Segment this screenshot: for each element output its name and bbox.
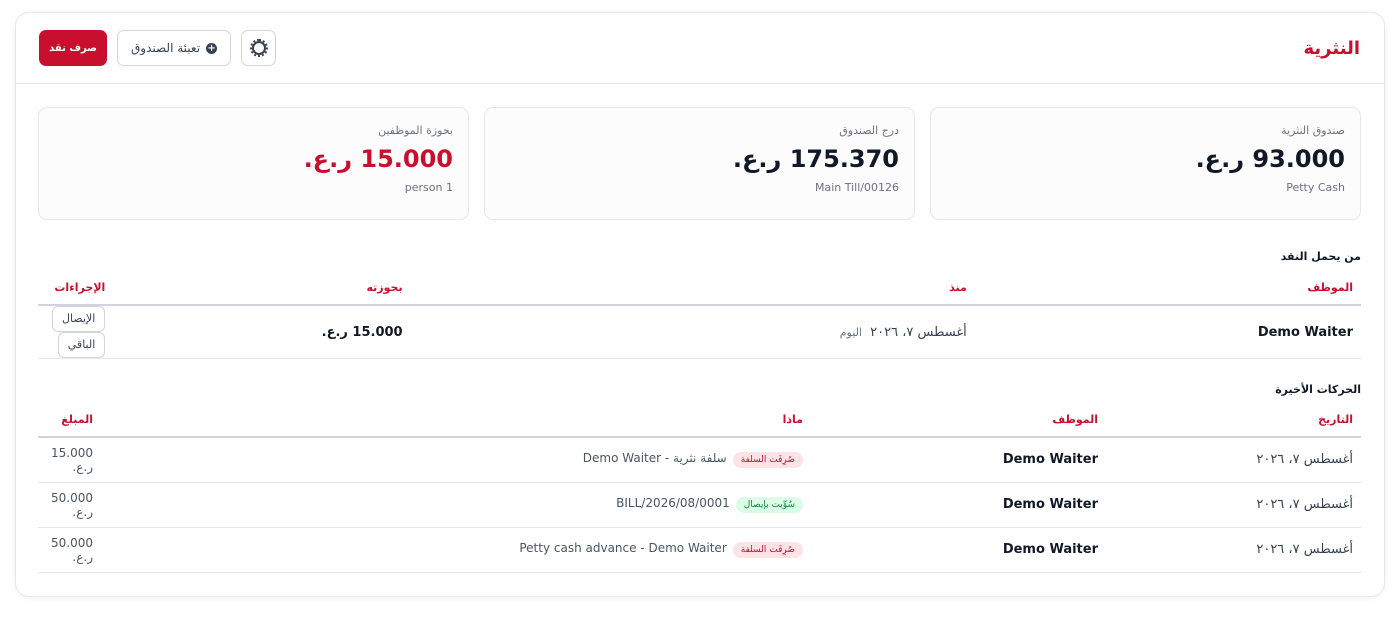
receipt-button[interactable]: الإيصال — [52, 306, 106, 332]
movement-description: Petty cash advance - Demo Waiter — [519, 541, 727, 555]
stat-card-employees: بحوزة الموظفين 15.000 ر.ع. 1 person — [38, 107, 469, 220]
movement-employee: Demo Waiter — [811, 527, 1106, 573]
movement-what: سُوِّيت بإيصال BILL/2026/08/0001 — [101, 482, 811, 528]
stat-sub: Petty Cash — [1286, 181, 1345, 194]
stats-row: صندوق النثرية 93.000 ر.ع. Petty Cash درج… — [38, 107, 1361, 220]
status-badge: صُرِفَت السلفة — [732, 542, 803, 558]
table-row: أغسطس ٧، ٢٠٢٦ Demo Waiter صُرِفَت السلفة… — [38, 527, 1361, 573]
stat-card-till: درج الصندوق 175.370 ر.ع. Main Till/00126 — [484, 107, 915, 220]
gear-icon — [249, 39, 268, 57]
table-row: أغسطس ٧، ٢٠٢٦ Demo Waiter سُوِّيت بإيصال… — [38, 482, 1361, 528]
petty-cash-card: النثرية + تعبئة الصندوق صرف نقد صندوق ال… — [15, 12, 1385, 597]
since-date: أغسطس ٧، ٢٠٢٦ — [870, 324, 967, 340]
column-header: الإجراءات — [38, 271, 114, 306]
header-actions: + تعبئة الصندوق صرف نقد — [39, 30, 277, 66]
column-header: الموظف — [811, 403, 1106, 438]
stat-card-petty-cash: صندوق النثرية 93.000 ر.ع. Petty Cash — [930, 107, 1361, 220]
column-header: منذ — [410, 271, 975, 306]
table-header-row: التاريخ الموظف ماذا المبلغ — [38, 403, 1361, 438]
page-header: النثرية + تعبئة الصندوق صرف نقد — [16, 13, 1384, 84]
movement-date: أغسطس ٧، ٢٠٢٦ — [1106, 482, 1361, 528]
refill-box-label: تعبئة الصندوق — [131, 41, 201, 55]
movement-employee: Demo Waiter — [811, 482, 1106, 528]
column-header: التاريخ — [1106, 403, 1361, 438]
actions-cell: الإيصالالباقي — [38, 305, 114, 359]
since-note: اليوم — [839, 325, 862, 339]
holders-table: الموظف منذ بحوزته الإجراءات Demo Waiter … — [38, 271, 1361, 359]
status-badge: صُرِفَت السلفة — [732, 452, 803, 469]
page-title: النثرية — [1303, 37, 1361, 59]
movement-date: أغسطس ٧، ٢٠٢٦ — [1106, 437, 1361, 483]
column-header: المبلغ — [38, 403, 101, 438]
movement-description: سلفة نثرية - Demo Waiter — [582, 451, 727, 466]
table-row: Demo Waiter أغسطس ٧، ٢٠٢٦ اليوم 15.000 ر… — [38, 305, 1361, 359]
table-header-row: الموظف منذ بحوزته الإجراءات — [38, 271, 1361, 306]
status-badge: سُوِّيت بإيصال — [735, 497, 803, 513]
column-header: الموظف — [974, 271, 1361, 306]
column-header: بحوزته — [113, 271, 411, 306]
column-header: ماذا — [101, 403, 811, 438]
holders-section-title: من يحمل النقد — [1280, 250, 1361, 263]
stat-value: 15.000 ر.ع. — [303, 145, 453, 173]
movement-what: صُرِفَت السلفة Petty cash advance - Demo … — [101, 527, 811, 573]
spend-cash-button[interactable]: صرف نقد — [39, 30, 107, 66]
employee-name: Demo Waiter — [974, 305, 1361, 359]
movements-table: التاريخ الموظف ماذا المبلغ أغسطس ٧، ٢٠٢٦… — [38, 403, 1361, 573]
movement-amount: 50.000 ر.ع. — [38, 482, 101, 528]
stat-label: درج الصندوق — [839, 124, 899, 137]
table-row: أغسطس ٧، ٢٠٢٦ Demo Waiter صُرِفَت السلفة… — [38, 437, 1361, 483]
stat-value: 175.370 ر.ع. — [732, 145, 899, 173]
remaining-button[interactable]: الباقي — [57, 332, 106, 358]
plus-circle-icon: + — [206, 42, 218, 54]
since-cell: أغسطس ٧، ٢٠٢٦ اليوم — [410, 305, 975, 359]
settings-button[interactable] — [241, 30, 277, 66]
movement-description: BILL/2026/08/0001 — [616, 496, 730, 510]
stat-sub: Main Till/00126 — [814, 181, 899, 194]
holding-amount: 15.000 ر.ع. — [113, 305, 411, 359]
movements-section-title: الحركات الأخيرة — [1275, 383, 1361, 396]
stat-value: 93.000 ر.ع. — [1195, 145, 1345, 173]
movement-amount: 50.000 ر.ع. — [38, 527, 101, 573]
stat-label: صندوق النثرية — [1281, 124, 1345, 137]
movement-amount: 15.000 ر.ع. — [38, 437, 101, 483]
movement-employee: Demo Waiter — [811, 437, 1106, 483]
refill-box-button[interactable]: + تعبئة الصندوق — [117, 30, 232, 66]
movement-date: أغسطس ٧، ٢٠٢٦ — [1106, 527, 1361, 573]
stat-sub: 1 person — [404, 181, 453, 194]
movement-what: صُرِفَت السلفة سلفة نثرية - Demo Waiter — [101, 437, 811, 483]
stat-label: بحوزة الموظفين — [378, 124, 453, 137]
